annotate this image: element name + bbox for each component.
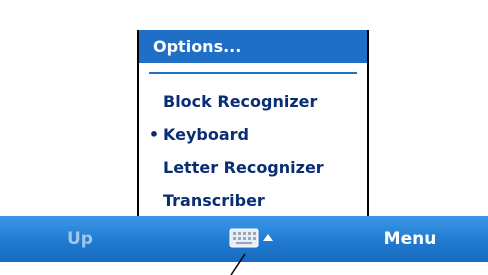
input-method-menu: Options... Block Recognizer • Keyboard L… [137,30,369,216]
menu-item-label: Letter Recognizer [163,158,324,177]
menu-item-label: Block Recognizer [163,92,318,111]
options-menu-item[interactable]: Options... [139,30,367,63]
menu-separator [149,72,357,74]
input-panel-button[interactable] [228,224,278,254]
below-bar-area [0,262,488,275]
menu-item-transcriber[interactable]: Transcriber [139,184,367,218]
menu-item-label: Keyboard [163,125,249,144]
menu-softkey[interactable]: Menu [350,216,470,262]
menu-item-block-recognizer[interactable]: Block Recognizer [139,85,367,119]
soft-key-strip: Up Menu [0,216,488,262]
menu-item-label: Transcriber [163,191,265,210]
selected-bullet: • [148,125,160,144]
arrow-up-icon [263,234,273,241]
menu-item-keyboard[interactable]: • Keyboard [139,118,367,152]
up-softkey[interactable]: Up [30,216,130,262]
menu-item-letter-recognizer[interactable]: Letter Recognizer [139,151,367,185]
